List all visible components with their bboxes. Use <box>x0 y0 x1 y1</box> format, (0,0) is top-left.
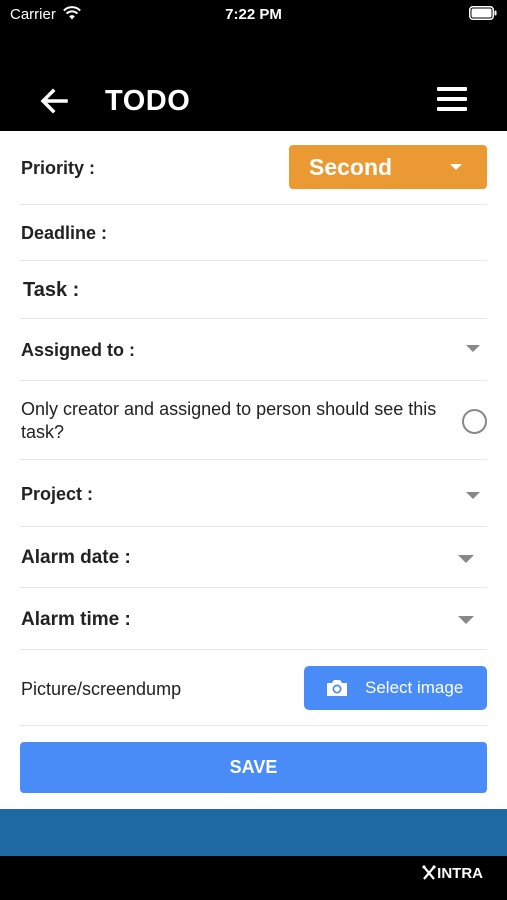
select-image-label: Select image <box>365 678 464 697</box>
chevron-down-icon <box>466 492 480 499</box>
app-header: TODO <box>0 30 507 131</box>
save-button[interactable]: SAVE <box>20 742 487 793</box>
chevron-down-icon <box>458 616 474 624</box>
alarm-time-row[interactable]: Alarm time : <box>0 588 507 649</box>
chevron-down-icon <box>466 345 480 352</box>
back-arrow-icon <box>40 88 68 114</box>
project-label: Project : <box>21 484 94 504</box>
alarm-date-row[interactable]: Alarm date : <box>0 527 507 587</box>
chevron-down-icon <box>458 555 474 563</box>
project-row[interactable]: Project : <box>0 460 507 526</box>
brand-name: INTRA <box>437 864 483 882</box>
footer-band <box>0 809 507 856</box>
alarm-date-label: Alarm date : <box>21 547 131 568</box>
back-button[interactable] <box>36 84 72 118</box>
todo-form: Priority : Second Deadline : Task : Assi… <box>0 131 507 809</box>
assigned-to-label: Assigned to : <box>21 340 136 360</box>
divider <box>20 649 487 650</box>
chevron-down-icon <box>450 164 462 170</box>
task-row[interactable]: Task : <box>0 261 507 318</box>
alarm-time-label: Alarm time : <box>21 609 131 630</box>
priority-value: Second <box>309 154 393 180</box>
deadline-row[interactable]: Deadline : <box>0 205 507 260</box>
select-image-button[interactable]: Select image <box>304 666 487 710</box>
intra-logo-icon <box>422 865 436 880</box>
priority-dropdown[interactable]: Second <box>289 145 487 189</box>
picture-label: Picture/screendump <box>21 679 182 699</box>
camera-icon <box>327 680 347 696</box>
divider <box>20 725 487 726</box>
privacy-row: Only creator and assigned to person shou… <box>0 381 507 459</box>
brand-logo: INTRA <box>422 864 483 882</box>
battery-icon <box>469 6 497 20</box>
priority-row: Priority : Second <box>0 131 507 204</box>
page-title: TODO <box>105 85 191 117</box>
privacy-radio[interactable] <box>462 409 487 434</box>
status-bar: Carrier 7:22 PM <box>0 0 507 30</box>
hamburger-menu-icon[interactable] <box>435 84 469 114</box>
priority-label: Priority : <box>21 158 96 178</box>
deadline-label: Deadline : <box>21 223 108 243</box>
privacy-text: Only creator and assigned to person shou… <box>21 399 437 442</box>
status-time: 7:22 PM <box>225 6 282 23</box>
bottom-bar: INTRA <box>0 856 507 900</box>
task-label: Task : <box>23 279 80 301</box>
assigned-to-row[interactable]: Assigned to : <box>0 319 507 380</box>
